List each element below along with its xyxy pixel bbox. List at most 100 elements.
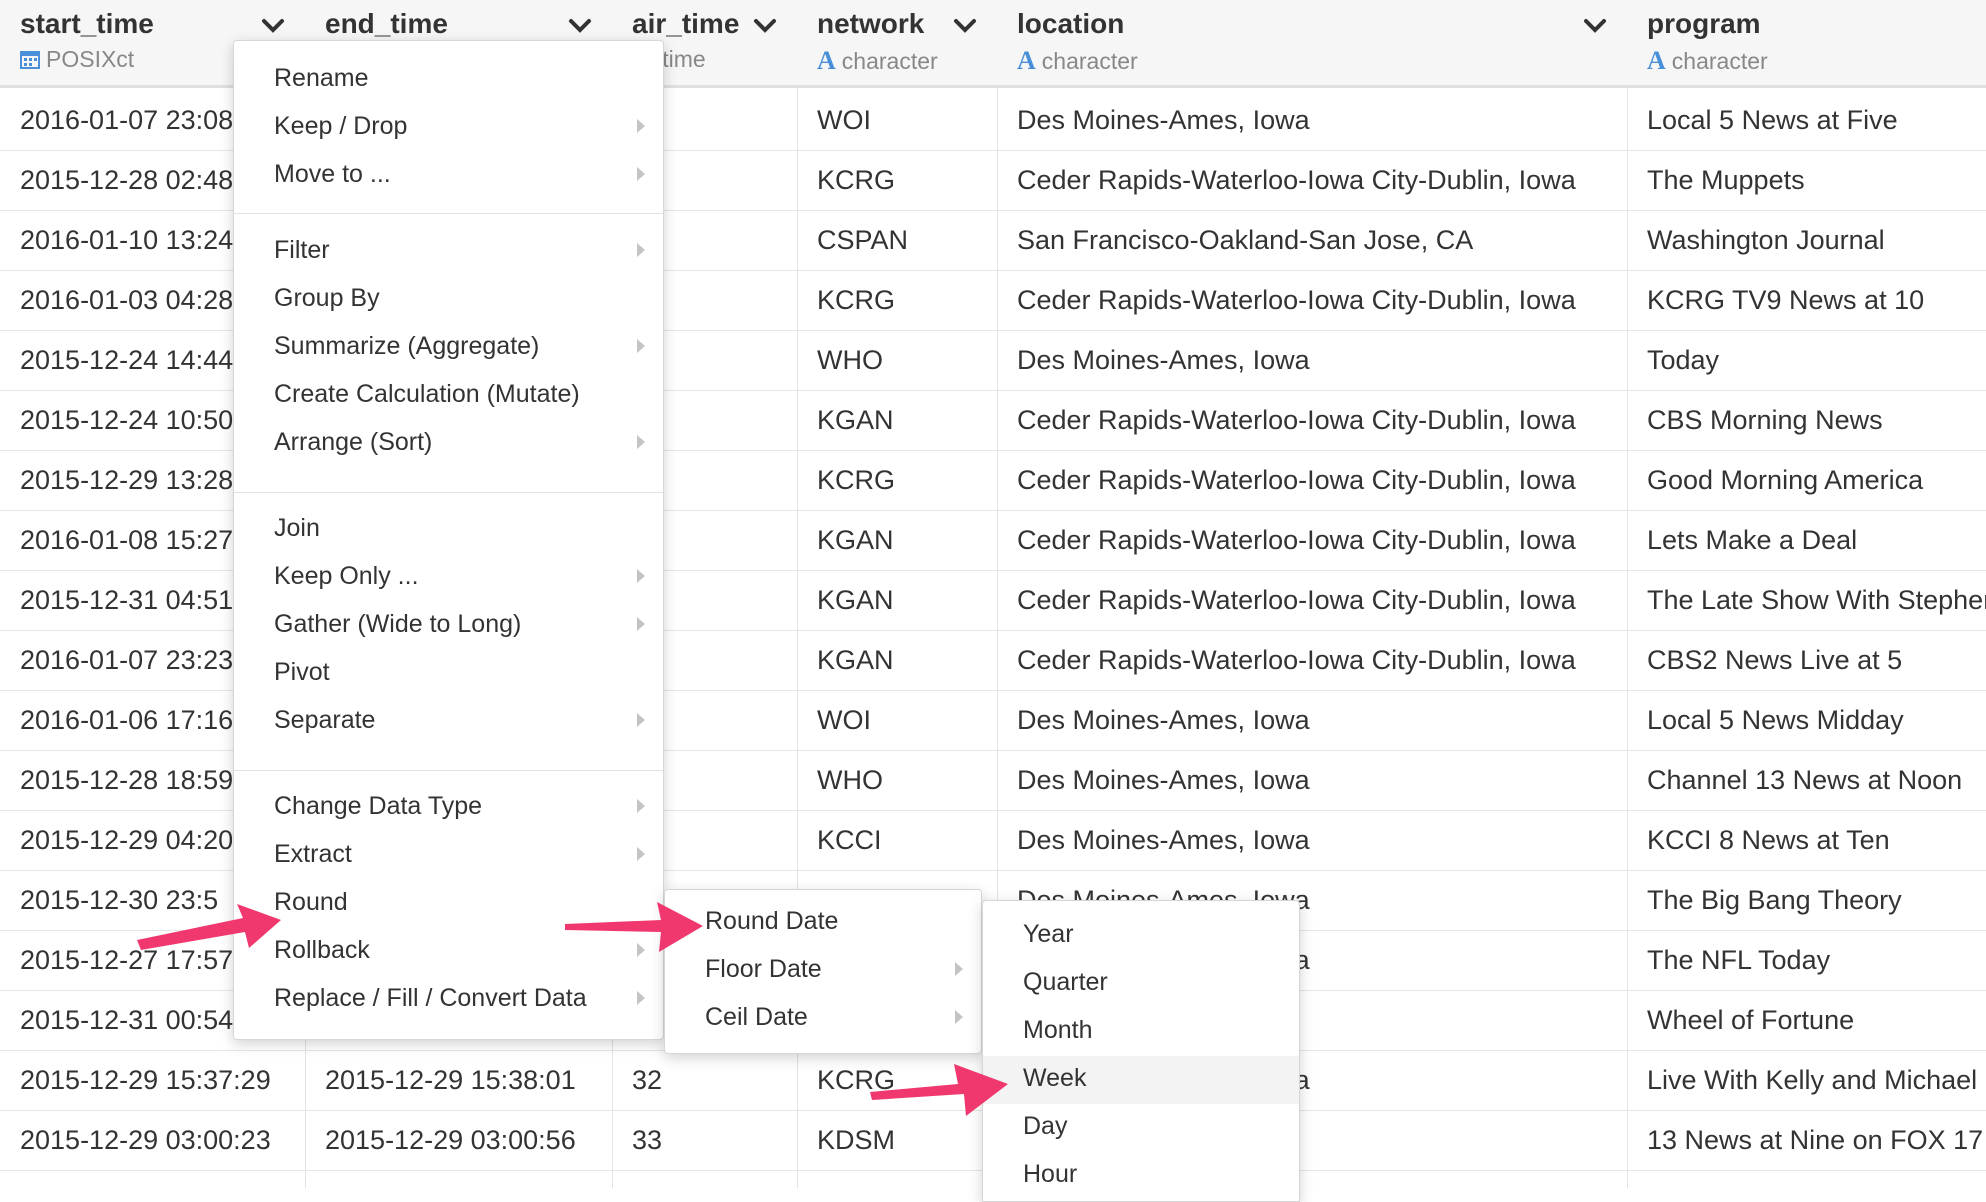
menu-item-week[interactable]: Week: [983, 1056, 1299, 1104]
table-cell[interactable]: 2015-12-29 15:37:29: [0, 1051, 305, 1111]
table-cell[interactable]: KCCI: [797, 811, 997, 871]
menu-item-label: Create Calculation (Mutate): [274, 380, 580, 408]
table-cell[interactable]: WOI: [797, 91, 997, 151]
table-cell[interactable]: CBS Morning News: [1627, 391, 1986, 451]
menu-item-extract[interactable]: Extract: [234, 832, 663, 876]
table-cell[interactable]: Local 5 News at Five: [1627, 91, 1986, 151]
menu-item-keep-only[interactable]: Keep Only ...: [234, 554, 663, 598]
menu-item-quarter[interactable]: Quarter: [983, 960, 1299, 1008]
table-cell[interactable]: KCCI 8 News at Ten: [1627, 811, 1986, 871]
menu-item-label: Hour: [1023, 1160, 1078, 1188]
menu-item-hour[interactable]: Hour: [983, 1152, 1299, 1200]
chevron-down-icon[interactable]: [259, 16, 287, 36]
table-cell[interactable]: Ceder Rapids-Waterloo-Iowa City-Dublin, …: [997, 151, 1627, 211]
column-header[interactable]: location Acharacter: [997, 0, 1627, 88]
table-cell[interactable]: The Late Show With Stephen: [1627, 571, 1986, 631]
table-cell[interactable]: Washington Journal: [1627, 211, 1986, 271]
table-cell[interactable]: The NFL Today: [1627, 931, 1986, 991]
menu-item-change-data-type[interactable]: Change Data Type: [234, 784, 663, 828]
chevron-down-icon[interactable]: [951, 16, 979, 36]
cell-value: Channel 13 News at Noon: [1647, 765, 1963, 795]
table-cell[interactable]: KCRG: [797, 271, 997, 331]
table-cell[interactable]: 32: [612, 1051, 797, 1111]
table-cell[interactable]: Wheel of Fortune: [1627, 991, 1986, 1051]
chevron-down-icon[interactable]: [566, 16, 594, 36]
table-cell[interactable]: 13 News at Nine on FOX 17: [1627, 1111, 1986, 1171]
table-cell[interactable]: KCRG: [797, 451, 997, 511]
table-cell[interactable]: KCRG TV9 News at 10: [1627, 271, 1986, 331]
table-cell[interactable]: 2015-12-29 03:00:56: [305, 1111, 612, 1171]
table-cell[interactable]: The Big Bang Theory: [1627, 871, 1986, 931]
table-cell[interactable]: 2015-12-29 15:38:01: [305, 1051, 612, 1111]
menu-item-summarize-aggregate[interactable]: Summarize (Aggregate): [234, 324, 663, 368]
table-cell[interactable]: Des Moines-Ames, Iowa: [997, 331, 1627, 391]
cell-value: WHO: [817, 345, 883, 375]
table-cell[interactable]: Ceder Rapids-Waterloo-Iowa City-Dublin, …: [997, 631, 1627, 691]
menu-item-label: Gather (Wide to Long): [274, 610, 522, 638]
cell-value: San Francisco-Oakland-San Jose, CA: [1017, 225, 1474, 255]
table-cell[interactable]: Channel 13 News at Noon: [1627, 751, 1986, 811]
table-cell[interactable]: Ceder Rapids-Waterloo-Iowa City-Dublin, …: [997, 571, 1627, 631]
menu-item-floor-date[interactable]: Floor Date: [665, 947, 981, 991]
table-cell[interactable]: WOI: [797, 691, 997, 751]
table-cell[interactable]: Local 5 News Midday: [1627, 691, 1986, 751]
menu-item-pivot[interactable]: Pivot: [234, 650, 663, 694]
table-cell[interactable]: KDSM: [797, 1111, 997, 1171]
menu-item-keep-drop[interactable]: Keep / Drop: [234, 104, 663, 148]
table-cell[interactable]: KGAN: [797, 391, 997, 451]
menu-item-replace-fill-convert-data[interactable]: Replace / Fill / Convert Data: [234, 976, 663, 1020]
table-cell[interactable]: Des Moines-Ames, Iowa: [997, 91, 1627, 151]
menu-item-rename[interactable]: Rename: [234, 56, 663, 100]
menu-item-round-date[interactable]: Round Date: [665, 899, 981, 943]
menu-item-year[interactable]: Year: [983, 912, 1299, 960]
cell-value: Des Moines-Ames, Iowa: [1017, 105, 1310, 135]
menu-item-day[interactable]: Day: [983, 1104, 1299, 1152]
chevron-down-icon[interactable]: [751, 16, 779, 36]
table-cell[interactable]: Des Moines-Ames, Iowa: [997, 691, 1627, 751]
table-cell[interactable]: KCRG: [797, 151, 997, 211]
table-cell[interactable]: Ceder Rapids-Waterloo-Iowa City-Dublin, …: [997, 511, 1627, 571]
table-cell[interactable]: Ceder Rapids-Waterloo-Iowa City-Dublin, …: [997, 271, 1627, 331]
chevron-down-icon[interactable]: [1581, 16, 1609, 36]
menu-item-join[interactable]: Join: [234, 506, 663, 550]
menu-item-move-to[interactable]: Move to ...: [234, 152, 663, 196]
table-cell[interactable]: Ceder Rapids-Waterloo-Iowa City-Dublin, …: [997, 391, 1627, 451]
menu-item-arrange-sort[interactable]: Arrange (Sort): [234, 420, 663, 464]
table-cell[interactable]: Ceder Rapids-Waterloo-Iowa City-Dublin, …: [997, 451, 1627, 511]
cell-value: 2015-12-29 13:28: [20, 465, 234, 495]
submenu-arrow-icon: [637, 119, 645, 133]
menu-item-ceil-date[interactable]: Ceil Date: [665, 995, 981, 1039]
table-cell[interactable]: CBS2 News Live at 5: [1627, 631, 1986, 691]
table-cell[interactable]: 33: [612, 1111, 797, 1171]
cell-value: The NFL Today: [1647, 945, 1831, 975]
menu-item-label: Filter: [274, 236, 330, 264]
table-cell[interactable]: Des Moines-Ames, Iowa: [997, 811, 1627, 871]
menu-item-separate[interactable]: Separate: [234, 698, 663, 742]
menu-item-month[interactable]: Month: [983, 1008, 1299, 1056]
table-cell[interactable]: 2015-12-29 03:00:23: [0, 1111, 305, 1171]
table-cell[interactable]: CSPAN: [797, 211, 997, 271]
table-cell[interactable]: Today: [1627, 331, 1986, 391]
column-header[interactable]: network Acharacter: [797, 0, 997, 88]
menu-item-create-calculation-mutate[interactable]: Create Calculation (Mutate): [234, 372, 663, 416]
column-header[interactable]: program Acharacter: [1627, 0, 1986, 88]
menu-item-label: Day: [1023, 1112, 1068, 1140]
table-cell[interactable]: WHO: [797, 751, 997, 811]
table-cell[interactable]: Live With Kelly and Michael: [1627, 1051, 1986, 1111]
table-cell[interactable]: The Muppets: [1627, 151, 1986, 211]
cell-value: 2015-12-29 03:00:56: [325, 1125, 576, 1155]
table-cell[interactable]: Lets Make a Deal: [1627, 511, 1986, 571]
table-cell[interactable]: KGAN: [797, 631, 997, 691]
menu-item-group-by[interactable]: Group By: [234, 276, 663, 320]
table-cell[interactable]: San Francisco-Oakland-San Jose, CA: [997, 211, 1627, 271]
menu-item-label: Change Data Type: [274, 792, 483, 820]
table-cell[interactable]: KGAN: [797, 511, 997, 571]
table-cell[interactable]: WHO: [797, 331, 997, 391]
menu-item-gather-wide-to-long[interactable]: Gather (Wide to Long): [234, 602, 663, 646]
table-cell[interactable]: Des Moines-Ames, Iowa: [997, 751, 1627, 811]
table-cell[interactable]: KGAN: [797, 571, 997, 631]
submenu-arrow-icon: [637, 569, 645, 583]
table-cell[interactable]: Good Morning America: [1627, 451, 1986, 511]
cell-value: KCRG: [817, 465, 896, 495]
menu-item-filter[interactable]: Filter: [234, 228, 663, 272]
